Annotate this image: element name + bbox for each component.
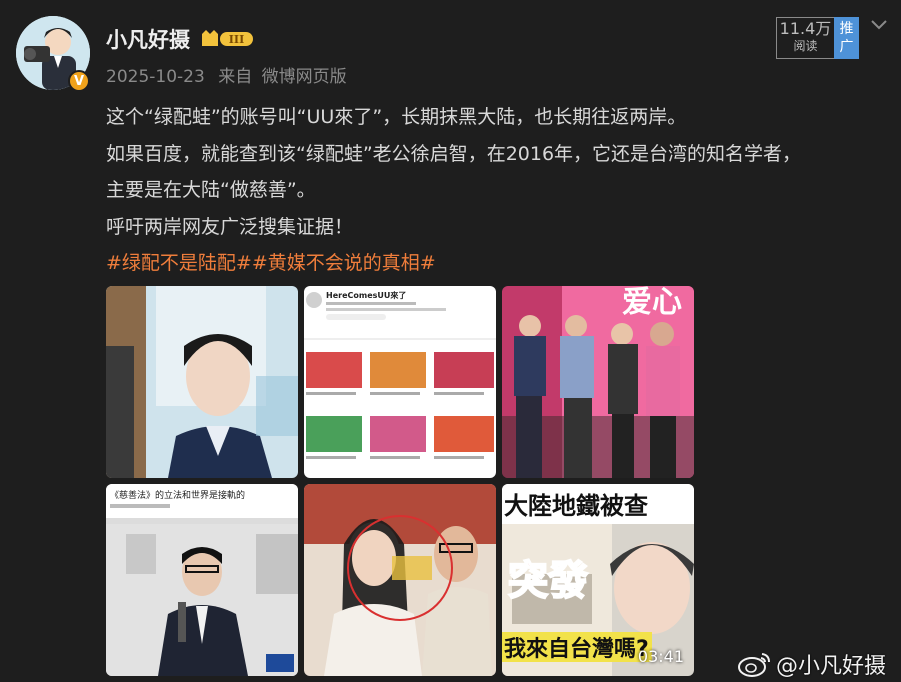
post-source[interactable]: 微博网页版	[262, 67, 347, 87]
chevron-down-icon[interactable]	[868, 13, 890, 35]
hashtag-line: #绿配不是陆配##黄媒不会说的真相#	[106, 245, 896, 282]
promote-button[interactable]: 推广	[834, 17, 859, 59]
read-count-box: 11.4万 阅读	[776, 17, 834, 59]
post-image-1[interactable]	[106, 286, 298, 478]
weibo-watermark: @小凡好摄	[738, 648, 886, 680]
source-prefix: 来自	[218, 67, 253, 87]
caption-bottom: 我來自台灣嗎?	[504, 636, 649, 662]
post-image-2[interactable]: HereComesUU來了	[304, 286, 496, 478]
content-line: 呼吁两岸网友广泛搜集证据！	[106, 215, 354, 238]
read-label: 阅读	[793, 39, 818, 53]
content-line: 主要是在大陆“做慈善”。	[106, 179, 316, 201]
verified-badge: V	[68, 70, 90, 92]
post-image-3[interactable]: 爱心	[502, 286, 694, 478]
weibo-logo-icon	[738, 653, 770, 677]
level-badge-text: III	[229, 33, 244, 46]
banner-text: 爱心	[622, 286, 682, 320]
post-image-5[interactable]	[304, 484, 496, 676]
post-content: 这个“绿配蛙”的账号叫“UU來了”，长期抹黑大陆，也长期往返两岸。 如果百度，就…	[106, 99, 896, 282]
post-image-6[interactable]: 大陸地鐵被查 突發 我來自台灣嗎? 03:41	[502, 484, 694, 676]
hashtag-link[interactable]: #黄媒不会说的真相#	[252, 252, 436, 274]
caption-top: 大陸地鐵被查	[504, 492, 648, 520]
content-line: 这个“绿配蛙”的账号叫“UU來了”，长期抹黑大陆，也长期往返两岸。	[106, 106, 687, 128]
read-count: 11.4万	[779, 19, 832, 38]
watermark-handle: @小凡好摄	[776, 654, 887, 679]
hashtag-link[interactable]: #绿配不是陆配#	[106, 252, 252, 274]
video-duration: 03:41	[637, 647, 684, 666]
content-line: 如果百度，就能查到该“绿配蛙”老公徐启智，在2016年，它还是台湾的知名学者，	[106, 142, 802, 165]
caption-mid: 突發	[508, 558, 588, 604]
post-image-4[interactable]: 《慈善法》的立法和世界是接軌的	[106, 484, 298, 676]
author-name[interactable]: 小凡好摄	[106, 24, 190, 54]
channel-title: HereComesUU來了	[326, 290, 406, 300]
post-meta: 2025-10-23 来自 微博网页版	[106, 62, 355, 87]
article-header: 《慈善法》的立法和世界是接軌的	[110, 489, 245, 501]
level-badge: III	[200, 28, 255, 50]
post-date: 2025-10-23	[106, 67, 205, 87]
